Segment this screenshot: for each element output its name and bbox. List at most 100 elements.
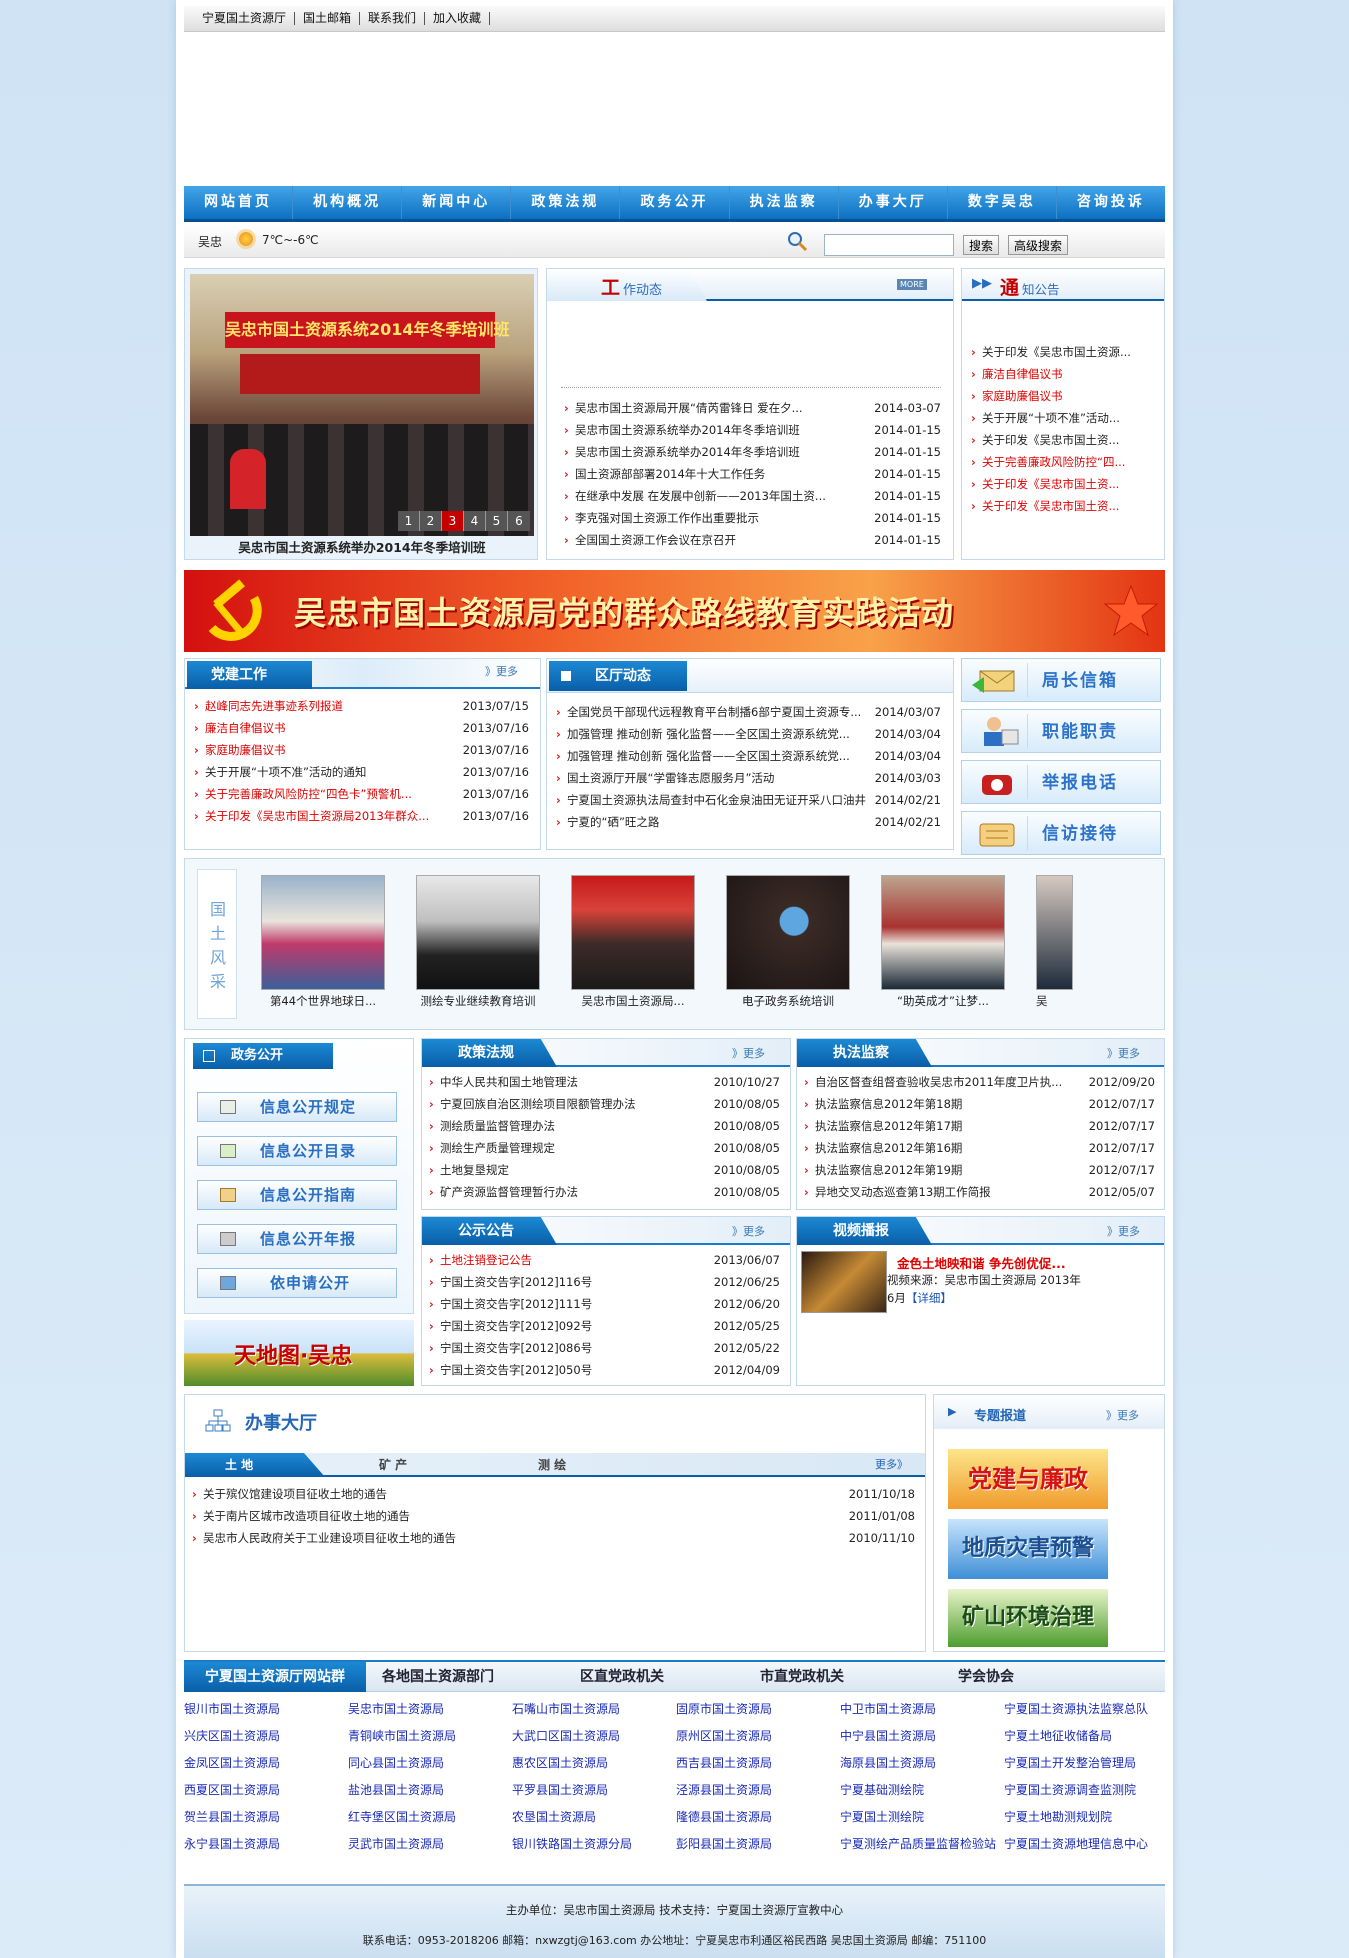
notice-item[interactable]: 关于开展“十项不准”活动... <box>964 407 1162 429</box>
policy-item[interactable]: 土地复垦规定2010/08/05 <box>422 1159 788 1181</box>
nav-policy[interactable]: 政策法规 <box>511 186 621 219</box>
friend-link[interactable]: 贺兰县国土资源局 <box>184 1808 280 1825</box>
friend-link[interactable]: 宁夏土地勘测规划院 <box>1004 1808 1112 1825</box>
nav-digital[interactable]: 数字吴忠 <box>948 186 1057 219</box>
friend-link[interactable]: 固原市国土资源局 <box>676 1700 772 1717</box>
district-news-item-title[interactable]: 全国党员干部现代远程教育平台制播6部宁夏国土资源专... <box>567 701 871 723</box>
notice-item-title[interactable]: 关于印发《吴忠市国土资... <box>982 473 1162 495</box>
party-work-item[interactable]: 廉洁自律倡议书2013/07/16 <box>187 717 537 739</box>
public-notice-item-title[interactable]: 宁国土资交告字[2012]092号 <box>440 1315 710 1337</box>
friend-link[interactable]: 宁夏国土资源地理信息中心 <box>1004 1835 1148 1852</box>
duties-button[interactable]: 职能职责 <box>961 709 1161 753</box>
party-work-item[interactable]: 家庭助廉倡议书2013/07/16 <box>187 739 537 761</box>
work-news-item-title[interactable]: 在继承中发展 在发展中创新——2013年国土资... <box>575 485 871 507</box>
slider-page-6[interactable]: 6 <box>508 511 530 531</box>
enforcement-item-title[interactable]: 异地交叉动态巡查第13期工作简报 <box>815 1181 1085 1203</box>
friend-link[interactable]: 石嘴山市国土资源局 <box>512 1700 620 1717</box>
party-work-item-title[interactable]: 关于完善廉政风险防控“四色卡”预警机... <box>205 783 459 805</box>
public-notice-item[interactable]: 土地注销登记公告2013/06/07 <box>422 1249 788 1271</box>
enforcement-item-title[interactable]: 自治区督查组督查验收吴忠市2011年度卫片执... <box>815 1071 1085 1093</box>
policy-item[interactable]: 测绘生产质量管理规定2010/08/05 <box>422 1137 788 1159</box>
friend-link[interactable]: 宁夏测绘产品质量监督检验站 <box>840 1835 996 1852</box>
district-news-item-title[interactable]: 国土资源厅开展“学雷锋志愿服务月”活动 <box>567 767 871 789</box>
service-hall-more[interactable]: 更多》 <box>875 1453 908 1477</box>
policy-item-title[interactable]: 宁夏回族自治区测绘项目限额管理办法 <box>440 1093 710 1115</box>
petition-button[interactable]: 信访接待 <box>961 811 1161 855</box>
public-notice-item-title[interactable]: 宁国土资交告字[2012]116号 <box>440 1271 710 1293</box>
public-notice-item-title[interactable]: 宁国土资交告字[2012]086号 <box>440 1337 710 1359</box>
friend-link[interactable]: 青铜峡市国土资源局 <box>348 1727 456 1744</box>
public-notice-item-title[interactable]: 宁国土资交告字[2012]111号 <box>440 1293 710 1315</box>
public-notice-item[interactable]: 宁国土资交告字[2012]092号2012/05/25 <box>422 1315 788 1337</box>
friend-link[interactable]: 中宁县国土资源局 <box>840 1727 936 1744</box>
work-news-item-title[interactable]: 吴忠市国土资源系统举办2014年冬季培训班 <box>575 419 871 441</box>
work-news-item[interactable]: 国土资源部部署2014年十大工作任务2014-01-15 <box>557 463 949 485</box>
tab-mineral[interactable]: 矿 产 <box>379 1453 407 1477</box>
policy-item[interactable]: 宁夏回族自治区测绘项目限额管理办法2010/08/05 <box>422 1093 788 1115</box>
work-news-more-button[interactable]: MORE <box>897 279 927 290</box>
friend-link[interactable]: 永宁县国土资源局 <box>184 1835 280 1852</box>
link-tab-local[interactable]: 各地国土资源部门 <box>382 1662 494 1692</box>
friend-link[interactable]: 灵武市国土资源局 <box>348 1835 444 1852</box>
notice-item[interactable]: 关于完善廉政风险防控“四... <box>964 451 1162 473</box>
work-news-item-title[interactable]: 吴忠市国土资源系统举办2014年冬季培训班 <box>575 441 871 463</box>
slider-page-4[interactable]: 4 <box>464 511 486 531</box>
policy-item[interactable]: 矿产资源监督管理暂行办法2010/08/05 <box>422 1181 788 1203</box>
search-button[interactable]: 搜索 <box>963 235 1000 255</box>
enforcement-item[interactable]: 执法监察信息2012年第17期2012/07/17 <box>797 1115 1163 1137</box>
gallery-photo[interactable] <box>881 875 1005 990</box>
gallery-caption[interactable]: “助英成才”让梦... <box>881 993 1005 1009</box>
work-news-item[interactable]: 李克强对国土资源工作作出重要批示2014-01-15 <box>557 507 949 529</box>
gallery-photo[interactable] <box>1036 875 1073 990</box>
party-work-more[interactable]: 》更多 <box>485 663 518 679</box>
work-news-item-title[interactable]: 国土资源部部署2014年十大工作任务 <box>575 463 871 485</box>
gallery-caption[interactable]: 吴 <box>1036 993 1073 1009</box>
policy-item-title[interactable]: 矿产资源监督管理暂行办法 <box>440 1181 710 1203</box>
enforcement-item[interactable]: 自治区督查组督查验收吴忠市2011年度卫片执...2012/09/20 <box>797 1071 1163 1093</box>
enforcement-item[interactable]: 执法监察信息2012年第19期2012/07/17 <box>797 1159 1163 1181</box>
friend-link[interactable]: 吴忠市国土资源局 <box>348 1700 444 1717</box>
policy-item[interactable]: 中华人民共和国土地管理法2010/10/27 <box>422 1071 788 1093</box>
nav-hall[interactable]: 办事大厅 <box>839 186 948 219</box>
nav-gov[interactable]: 政务公开 <box>620 186 730 219</box>
gallery-photo[interactable] <box>571 875 695 990</box>
info-guide-button[interactable]: 信息公开指南 <box>197 1180 397 1210</box>
work-news-item[interactable]: 吴忠市国土资源系统举办2014年冬季培训班2014-01-15 <box>557 441 949 463</box>
notice-item-title[interactable]: 关于印发《吴忠市国土资... <box>982 429 1162 451</box>
friend-link[interactable]: 盐池县国土资源局 <box>348 1781 444 1798</box>
slider-page-3[interactable]: 3 <box>442 511 464 531</box>
friend-link[interactable]: 宁夏国土资源执法监察总队 <box>1004 1700 1148 1717</box>
service-hall-item-title[interactable]: 关于殡仪馆建设项目征收土地的通告 <box>203 1483 845 1505</box>
info-catalog-button[interactable]: 信息公开目录 <box>197 1136 397 1166</box>
party-work-item-title[interactable]: 廉洁自律倡议书 <box>205 717 459 739</box>
link-tab-society[interactable]: 学会协会 <box>958 1662 1014 1692</box>
district-news-item[interactable]: 加强管理 推动创新 强化监督——全区国土资源系统党...2014/03/04 <box>549 745 949 767</box>
enforcement-item-title[interactable]: 执法监察信息2012年第19期 <box>815 1159 1085 1181</box>
public-notice-more[interactable]: 》更多 <box>732 1223 765 1239</box>
friend-link[interactable]: 海原县国土资源局 <box>840 1754 936 1771</box>
service-hall-item[interactable]: 关于殡仪馆建设项目征收土地的通告2011/10/18 <box>185 1483 923 1505</box>
link-tab-district[interactable]: 区直党政机关 <box>580 1662 664 1692</box>
friend-link[interactable]: 西夏区国土资源局 <box>184 1781 280 1798</box>
top-link-contact[interactable]: 联系我们 <box>360 12 426 25</box>
nav-enforce[interactable]: 执法监察 <box>730 186 839 219</box>
slider-caption[interactable]: 吴忠市国土资源系统举办2014年冬季培训班 <box>185 537 539 559</box>
notice-item[interactable]: 关于印发《吴忠市国土资... <box>964 429 1162 451</box>
enforcement-item-title[interactable]: 执法监察信息2012年第17期 <box>815 1115 1085 1137</box>
service-hall-item[interactable]: 吴忠市人民政府关于工业建设项目征收土地的通告2010/11/10 <box>185 1527 923 1549</box>
district-news-item[interactable]: 宁夏的“硒”旺之路2014/02/21 <box>549 811 949 833</box>
enforcement-item[interactable]: 执法监察信息2012年第18期2012/07/17 <box>797 1093 1163 1115</box>
public-notice-item[interactable]: 宁国土资交告字[2012]116号2012/06/25 <box>422 1271 788 1293</box>
top-link-mail[interactable]: 国土邮箱 <box>295 12 361 25</box>
policy-item-title[interactable]: 土地复垦规定 <box>440 1159 710 1181</box>
friend-link[interactable]: 隆德县国土资源局 <box>676 1808 772 1825</box>
party-work-item[interactable]: 关于印发《吴忠市国土资源局2013年群众...2013/07/16 <box>187 805 537 827</box>
notice-item[interactable]: 关于印发《吴忠市国土资... <box>964 495 1162 517</box>
gallery-caption[interactable]: 吴忠市国土资源局... <box>571 993 695 1009</box>
party-work-item-title[interactable]: 赵峰同志先进事迹系列报道 <box>205 695 459 717</box>
service-hall-item-title[interactable]: 吴忠市人民政府关于工业建设项目征收土地的通告 <box>203 1527 845 1549</box>
enforcement-more[interactable]: 》更多 <box>1107 1045 1140 1061</box>
nav-consult[interactable]: 咨询投诉 <box>1057 186 1165 219</box>
top-link-bookmark[interactable]: 加入收藏 <box>425 12 491 25</box>
notice-item[interactable]: 家庭助廉倡议书 <box>964 385 1162 407</box>
